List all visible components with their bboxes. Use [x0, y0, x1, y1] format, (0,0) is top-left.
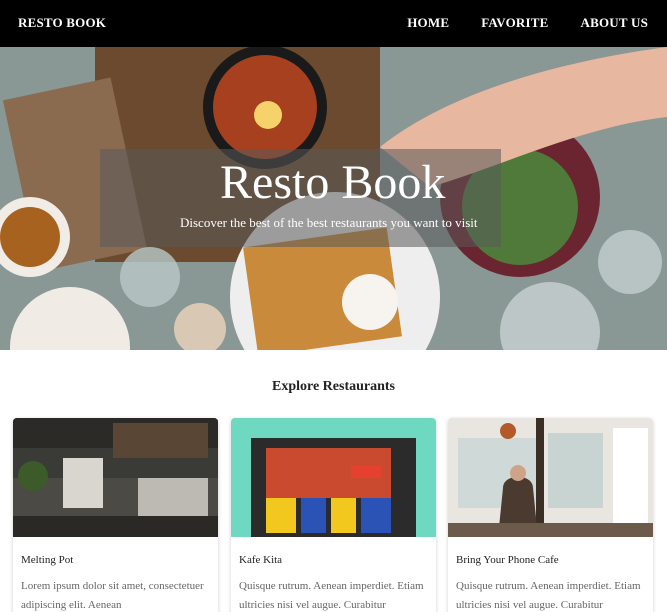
nav-links: HOME FAVORITE ABOUT US [407, 15, 648, 31]
explore-title: Explore Restaurants [271, 379, 396, 394]
nav-favorite-link[interactable]: FAVORITE [481, 15, 548, 31]
restaurant-image [13, 418, 218, 537]
restaurant-description: Quisque rutrum. Aenean imperdiet. Etiam … [456, 580, 641, 611]
restaurant-description: Lorem ipsum dolor sit amet, consectetuer… [21, 580, 204, 611]
hero-title: Resto Book [220, 156, 446, 209]
restaurant-card-kafe-kita[interactable]: Kafe Kita Quisque rutrum. Aenean imperdi… [231, 418, 436, 612]
brand-logo[interactable]: RESTO BOOK [18, 15, 106, 31]
restaurant-card-bring-your-phone-cafe[interactable]: Bring Your Phone Cafe Quisque rutrum. Ae… [448, 418, 653, 612]
restaurant-name: Kafe Kita [239, 554, 283, 566]
hero-banner: Resto Book Discover the best of the best… [0, 47, 667, 350]
restaurant-name: Melting Pot [21, 554, 74, 566]
restaurant-image [448, 418, 653, 537]
nav-home-link[interactable]: HOME [407, 15, 449, 31]
restaurant-image [231, 418, 436, 537]
top-navbar: RESTO BOOK HOME FAVORITE ABOUT US [0, 0, 667, 47]
restaurant-description: Quisque rutrum. Aenean imperdiet. Etiam … [239, 580, 424, 611]
restaurant-name: Bring Your Phone Cafe [456, 554, 559, 566]
restaurant-card-melting-pot[interactable]: Melting Pot Lorem ipsum dolor sit amet, … [13, 418, 218, 612]
hero-subtitle: Discover the best of the best restaurant… [180, 215, 478, 230]
nav-about-link[interactable]: ABOUT US [581, 15, 648, 31]
